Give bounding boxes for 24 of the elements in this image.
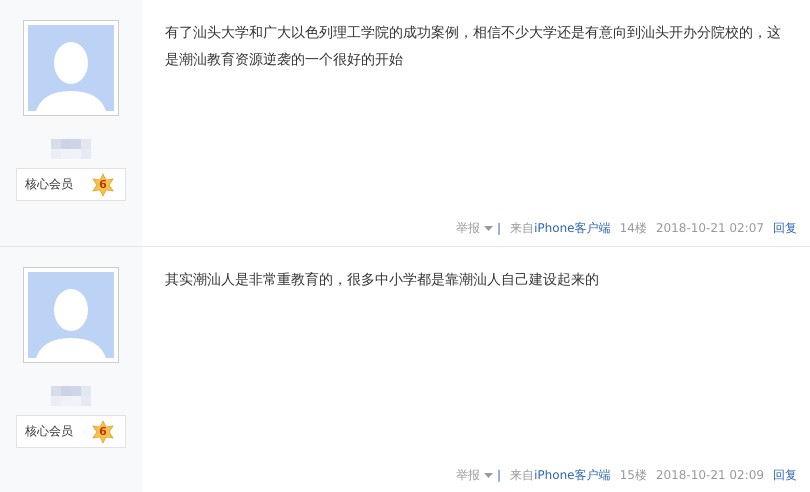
post-text: 其实潮汕人是非常重教育的，很多中小学都是靠潮汕人自己建设起来的 — [165, 271, 600, 290]
post-time: 2018-10-21 02:07 — [656, 221, 764, 235]
caret-icon — [484, 472, 494, 478]
caret-icon — [484, 226, 494, 230]
post-time: 2018-10-21 02:09 — [656, 468, 764, 482]
floor-number: 15楼 — [620, 466, 647, 484]
source-label: 来自 iPhone客户端 — [510, 466, 611, 484]
source-label: 来自 iPhone客户端 — [510, 220, 611, 236]
separator: | — [497, 221, 502, 235]
floor-number: 14楼 — [620, 220, 647, 236]
level-number: 6 — [99, 425, 107, 438]
level-number: 6 — [99, 178, 107, 191]
star-icon — [91, 172, 115, 196]
member-rank: 核心会员 — [25, 176, 73, 193]
separator: | — [497, 468, 502, 482]
source-link[interactable]: iPhone客户端 — [534, 468, 611, 482]
reply-link[interactable]: 回复 — [773, 220, 797, 236]
star-icon — [91, 420, 115, 444]
post-text: 有了汕头大学和广大以色列理工学院的成功案例，相信不少大学还是有意向到汕头开办分院校的，这是潮汕教育资源逆袭的一个很好的开始 — [165, 24, 782, 70]
blurred-username-drawing — [51, 139, 91, 159]
member-rank: 核心会员 — [25, 423, 73, 440]
reply-link[interactable]: 回复 — [773, 466, 797, 484]
blurred-username-drawing — [51, 386, 91, 406]
source-link[interactable]: iPhone客户端 — [534, 220, 611, 234]
